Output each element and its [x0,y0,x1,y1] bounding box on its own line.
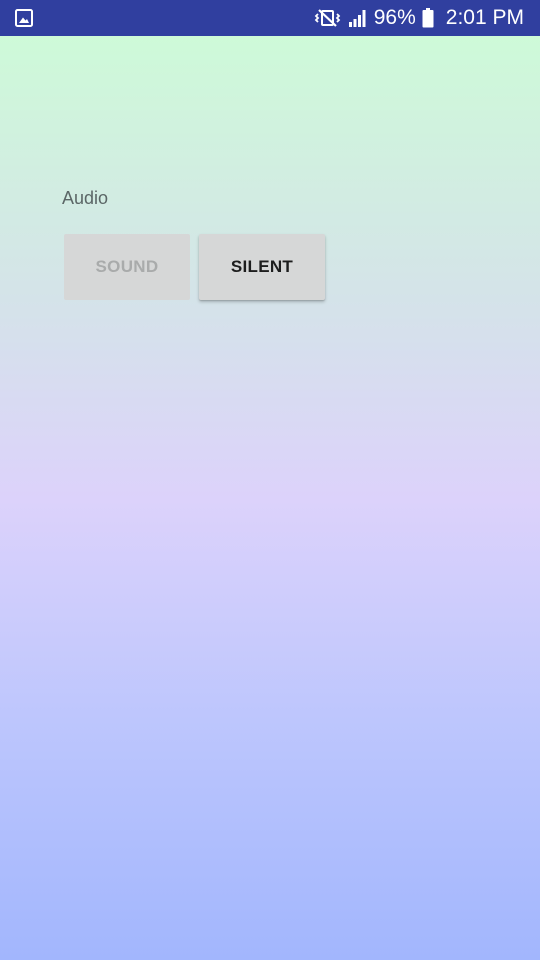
image-notification-icon [15,9,33,27]
silent-button[interactable]: SILENT [199,234,325,300]
signal-icon [348,9,368,27]
vibrate-off-icon [314,8,342,28]
app-screen: 96% 2:01 PM Audio SOUND SILENT [0,0,540,960]
status-right-group: 96% 2:01 PM [314,0,524,36]
status-bar: 96% 2:01 PM [0,0,540,36]
clock: 2:01 PM [445,6,524,29]
sound-button[interactable]: SOUND [64,234,190,300]
battery-icon [422,8,434,28]
audio-section-label: Audio [62,188,109,208]
battery-percent: 96% [373,6,416,29]
